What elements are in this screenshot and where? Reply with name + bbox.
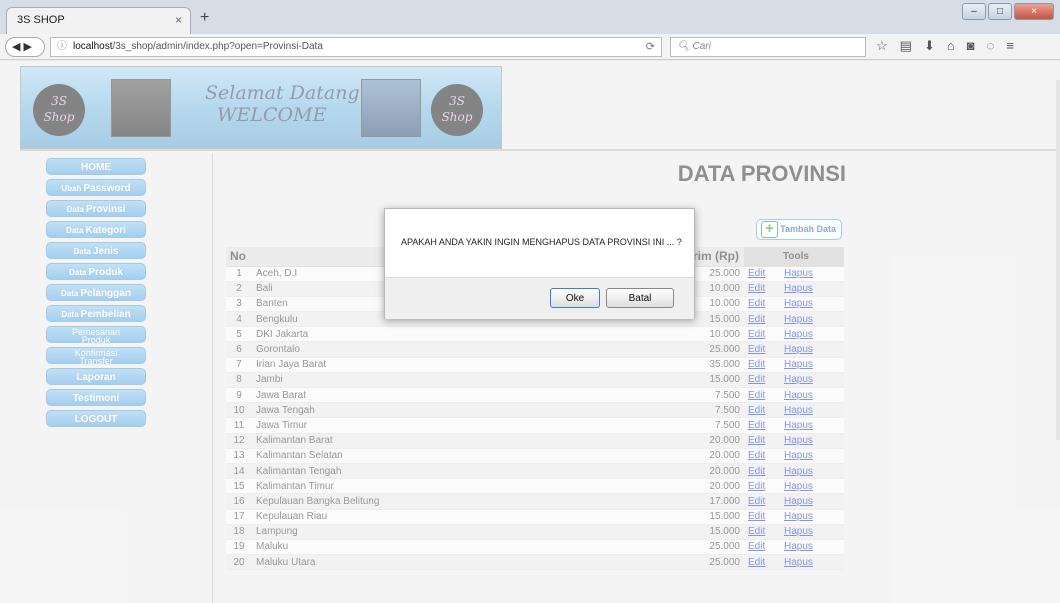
browser-navbar: ◀ ▶ ⓘ localhost/3s_shop/admin/index.php?o… [0, 34, 1060, 60]
new-tab-button[interactable]: + [200, 9, 209, 27]
browser-tabbar: 3S SHOP × + – □ × [0, 0, 1060, 34]
url-host: localhost [73, 41, 113, 52]
addon-icon[interactable]: ◌ [987, 38, 995, 54]
maximize-button[interactable]: □ [988, 3, 1012, 20]
back-forward-buttons[interactable]: ◀ ▶ [5, 37, 45, 57]
tab-close-icon[interactable]: × [175, 13, 182, 27]
confirm-dialog: APAKAH ANDA YAKIN INGIN MENGHAPUS DATA P… [384, 208, 695, 319]
bookmark-star-icon[interactable]: ☆ [876, 38, 888, 54]
browser-tab[interactable]: 3S SHOP × [6, 7, 191, 34]
search-icon: 🔍︎ [677, 41, 690, 52]
bookmarks-list-icon[interactable]: ▤ [900, 38, 912, 54]
home-icon[interactable]: ⌂ [947, 38, 955, 54]
download-icon[interactable]: ⬇ [924, 38, 935, 54]
confirm-message: APAKAH ANDA YAKIN INGIN MENGHAPUS DATA P… [401, 237, 682, 247]
minimize-button[interactable]: – [962, 3, 986, 20]
window-controls: – □ × [962, 3, 1054, 20]
window-close-button[interactable]: × [1014, 3, 1054, 20]
search-input[interactable]: 🔍︎ Cari [670, 37, 866, 57]
reload-icon[interactable]: ⟳ [646, 38, 655, 56]
site-info-icon[interactable]: ⓘ [57, 41, 67, 52]
modal-overlay [0, 61, 1060, 603]
pocket-icon[interactable]: ◙ [967, 38, 975, 54]
toolbar-icons: ☆ ▤ ⬇ ⌂ ◙ ◌ ≡ [876, 38, 1014, 54]
url-bar[interactable]: ⓘ localhost/3s_shop/admin/index.php?open=… [50, 37, 662, 57]
cancel-button[interactable]: Batal [606, 288, 674, 308]
menu-icon[interactable]: ≡ [1006, 38, 1014, 54]
url-path: /3s_shop/admin/index.php?open=Provinsi-D… [112, 41, 323, 52]
dialog-footer: Oke Batal [385, 277, 694, 319]
ok-button[interactable]: Oke [550, 288, 600, 308]
tab-title: 3S SHOP [17, 14, 65, 26]
search-placeholder: Cari [692, 41, 711, 52]
